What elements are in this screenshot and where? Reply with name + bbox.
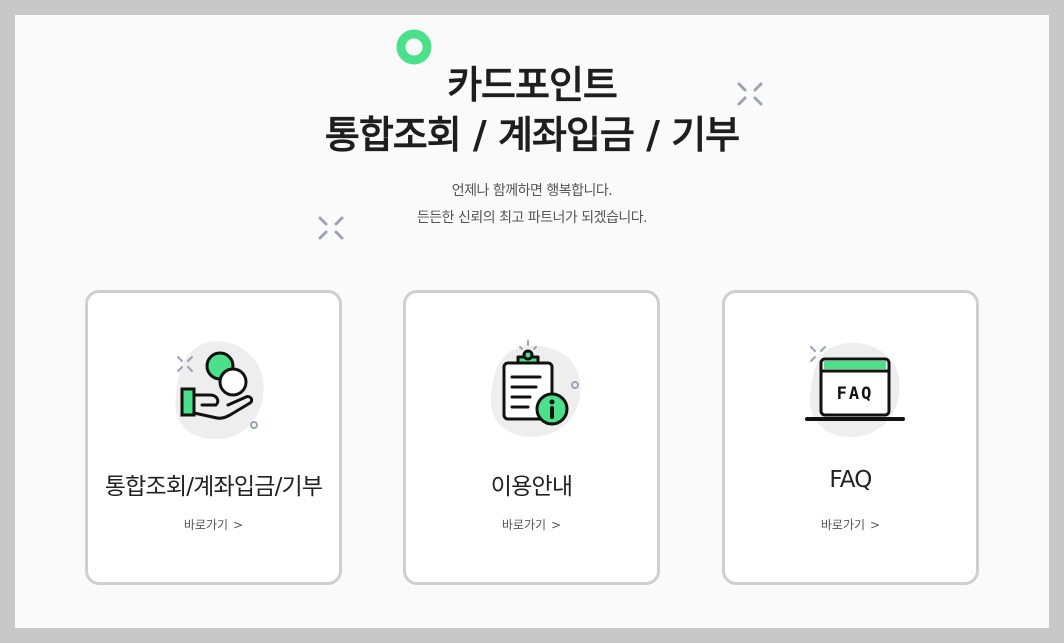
card-faq[interactable]: FAQ FAQ 바로가기 > [722, 290, 979, 585]
card-label: FAQ [829, 467, 872, 493]
page-title-line2: 통합조회 / 계좌입금 / 기부 [324, 113, 740, 157]
go-link[interactable]: 바로가기 > [406, 516, 657, 533]
subtitle-line2: 든든한 신뢰의 최고 파트너가 되겠습니다. [416, 210, 648, 226]
page-title-line1: 카드포인트 [447, 63, 618, 107]
go-link[interactable]: 바로가기 > [88, 516, 339, 533]
faq-icon: FAQ [805, 342, 905, 437]
chevron-right-icon: > [870, 518, 881, 532]
card-point-inquiry[interactable]: 통합조회/계좌입금/기부 바로가기 > [85, 290, 342, 585]
go-link[interactable]: 바로가기 > [725, 516, 976, 533]
chevron-right-icon: > [551, 518, 562, 532]
chevron-right-icon: > [233, 518, 244, 532]
svg-text:FAQ: FAQ [837, 384, 874, 404]
card-label: 통합조회/계좌입금/기부 [104, 474, 323, 500]
card-label: 이용안내 [490, 474, 573, 500]
card-usage-guide[interactable]: 이용안내 바로가기 > [403, 290, 660, 585]
subtitle-line1: 언제나 함께하면 행복합니다. [451, 183, 613, 199]
coin-hand-icon [175, 341, 264, 439]
clipboard-info-icon [490, 340, 581, 437]
